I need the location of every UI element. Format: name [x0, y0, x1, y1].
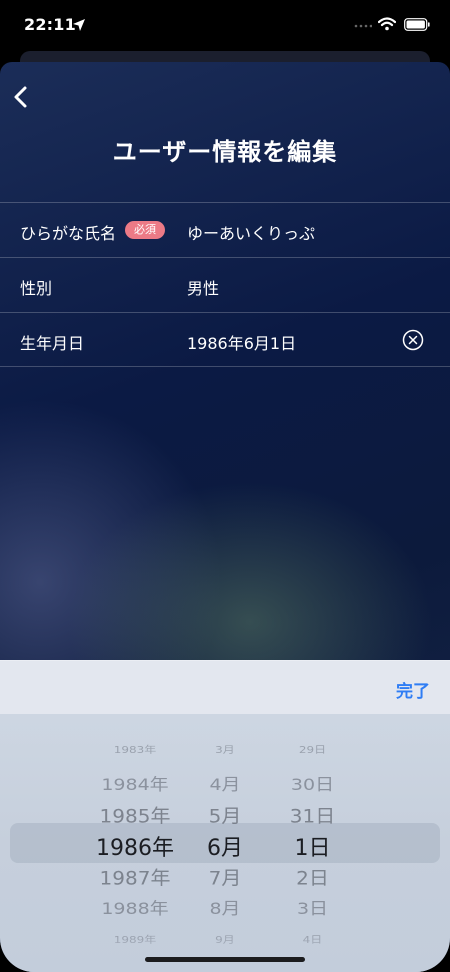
picker-option[interactable]: 5月 [190, 801, 260, 828]
picker-option[interactable]: 1989年 [70, 933, 200, 946]
row-label: 生年月日 [20, 334, 85, 353]
date-picker[interactable]: 1982年 1983年 1984年 1985年1986年1987年 1988年 1989年… [0, 714, 450, 972]
picker-option[interactable]: 2月 [190, 714, 260, 716]
status-bar: 22:11 [0, 0, 450, 50]
picker-option[interactable]: 1988年 [70, 895, 200, 918]
form-row-hiragana-name[interactable]: ひらがな氏名 必須 ゆーあいくりっぷ [0, 202, 450, 257]
row-value[interactable]: 1986年6月1日 [187, 330, 296, 354]
picker-option[interactable]: 2日 [275, 863, 350, 890]
picker-option[interactable]: 4月 [190, 771, 260, 794]
picker-option[interactable]: 30日 [275, 771, 350, 794]
picker-option[interactable]: 9月 [190, 933, 260, 946]
row-label: ひらがな氏名 [20, 224, 117, 243]
picker-option[interactable]: 7月 [190, 863, 260, 890]
page-title: ユーザー情報を編集 [112, 138, 338, 166]
picker-option[interactable]: 1984年 [70, 771, 200, 794]
picker-toolbar: 完了 [0, 660, 450, 714]
month-wheel[interactable]: 2月3月4月5月6月7月8月9月10月 [190, 714, 260, 972]
picker-option-selected[interactable]: 6月 [190, 830, 260, 862]
clear-circle-icon[interactable] [402, 329, 424, 351]
picker-option[interactable]: 31日 [275, 801, 350, 828]
picker-option-selected[interactable]: 1日 [275, 830, 350, 862]
picker-option[interactable]: 1987年 [70, 863, 200, 890]
picker-option[interactable]: 3日 [275, 895, 350, 918]
year-wheel[interactable]: 1982年 1983年 1984年 1985年1986年1987年 1988年 1989年… [70, 714, 200, 972]
row-label: 性別 [20, 279, 53, 298]
picker-option[interactable]: 3月 [190, 743, 260, 756]
back-chevron-icon[interactable] [10, 82, 32, 112]
picker-option[interactable]: 29日 [275, 743, 350, 756]
battery-icon [404, 18, 430, 31]
form-row-gender[interactable]: 性別 男性 [0, 257, 450, 312]
picker-option[interactable]: 1983年 [70, 743, 200, 756]
row-value[interactable]: 男性 [187, 275, 219, 299]
home-indicator [145, 957, 305, 962]
required-badge: 必須 [125, 221, 165, 239]
picker-option[interactable]: 28日 [275, 714, 350, 716]
picker-option[interactable]: 4日 [275, 933, 350, 946]
form-row-birthdate[interactable]: 生年月日 1986年6月1日 [0, 312, 450, 367]
done-button[interactable]: 完了 [396, 677, 430, 702]
status-time: 22:11 [24, 15, 76, 34]
signal-icon [354, 24, 372, 28]
wifi-icon [378, 17, 396, 31]
location-arrow-icon [73, 19, 85, 31]
picker-option[interactable]: 1985年 [70, 801, 200, 828]
row-value[interactable]: ゆーあいくりっぷ [187, 220, 315, 244]
day-wheel[interactable]: 28日29日30日31日1日2日3日4日5日 [275, 714, 350, 972]
screen: 22:11 ユーザー情報を編集 ひらがな氏名 必須 ゆーあいくりっぷ 性別 男性… [0, 0, 450, 972]
picker-option[interactable]: 1982年 [70, 714, 200, 716]
picker-option-selected[interactable]: 1986年 [70, 830, 200, 862]
picker-option[interactable]: 8月 [190, 895, 260, 918]
